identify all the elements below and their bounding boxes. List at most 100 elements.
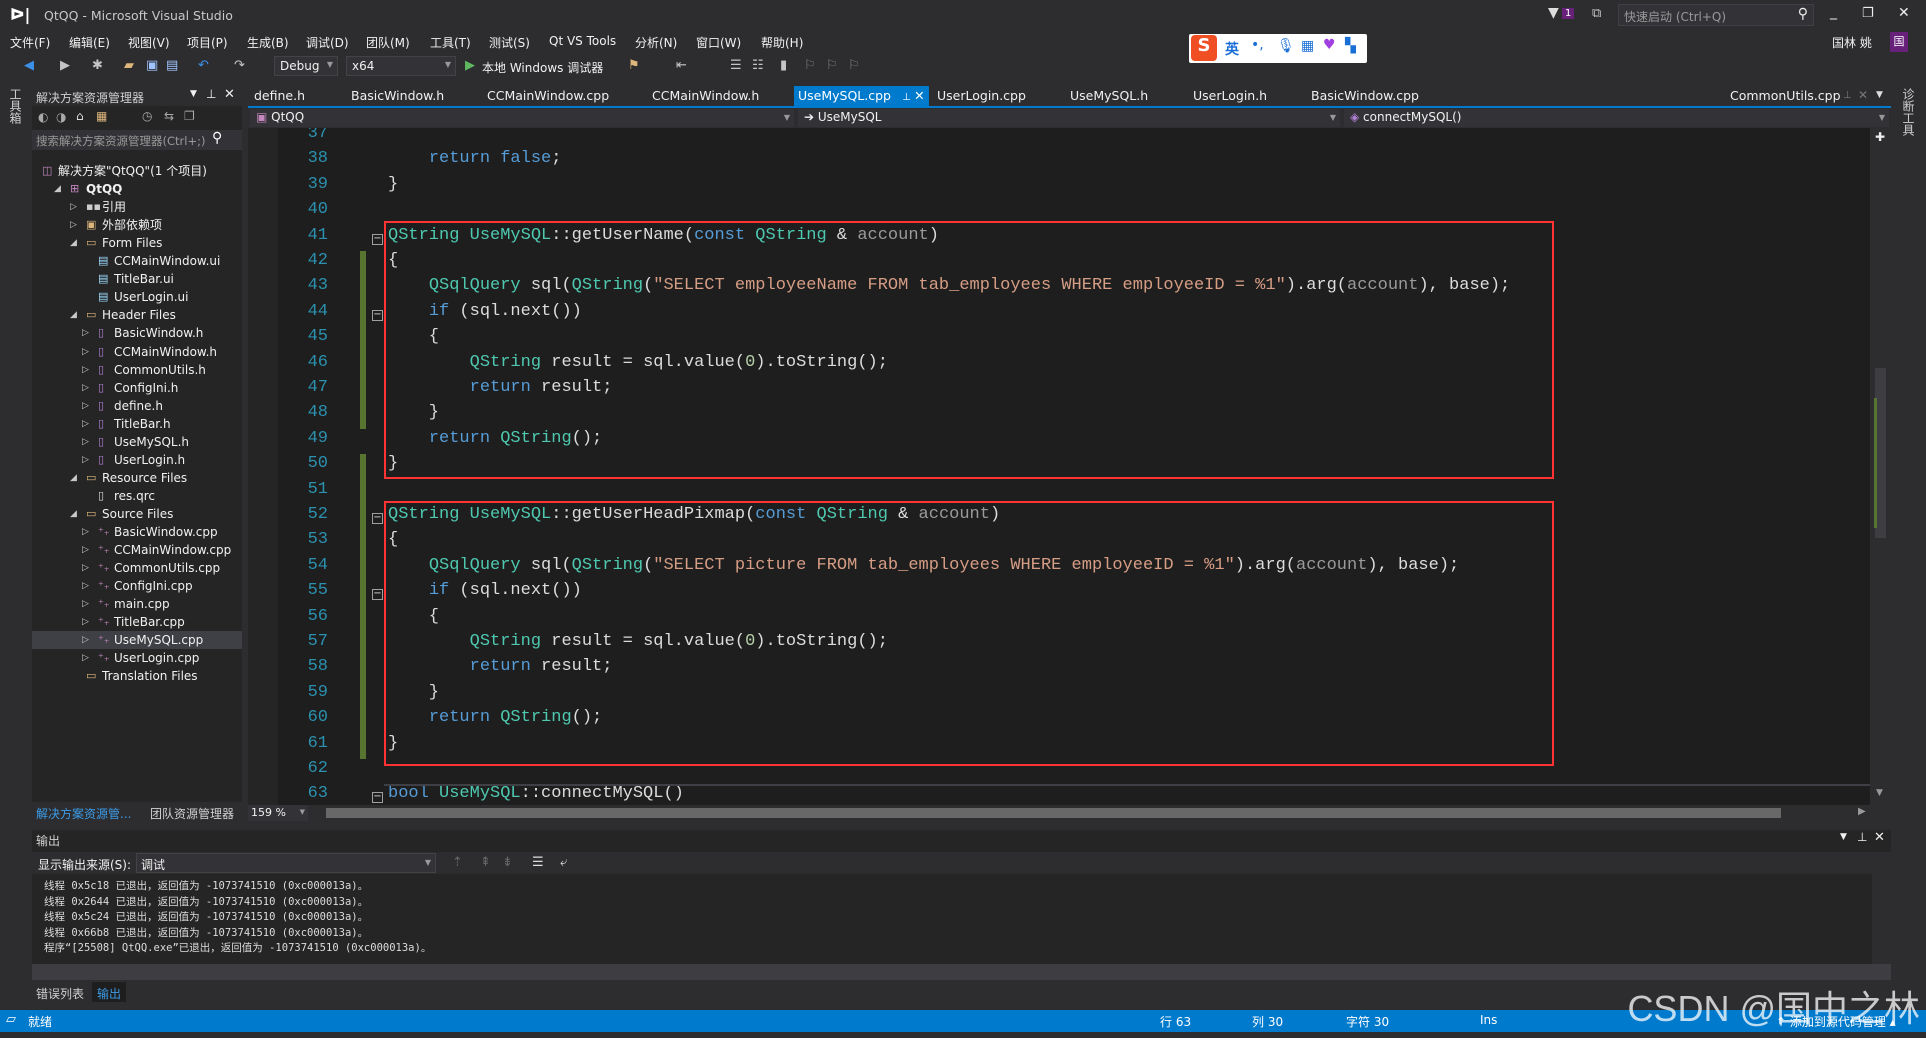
expanded-arrow-icon[interactable]: ◢ bbox=[70, 505, 77, 523]
explorer-search-input[interactable]: 搜索解决方案资源管理器(Ctrl+;) ⚲ bbox=[32, 130, 242, 150]
collapsed-arrow-icon[interactable]: ▷ bbox=[82, 577, 89, 595]
punctuation-icon[interactable]: •, bbox=[1251, 37, 1264, 53]
tree-item[interactable]: ▯ res.qrc bbox=[32, 487, 242, 505]
switch-view-icon[interactable]: ▦ bbox=[96, 109, 107, 123]
tab-basicwindow-h[interactable]: BasicWindow.h bbox=[347, 86, 448, 106]
collapsed-arrow-icon[interactable]: ▷ bbox=[82, 397, 89, 415]
menu-item[interactable]: 窗口(W) bbox=[696, 34, 741, 51]
uncomment-icon[interactable]: ☷ bbox=[752, 58, 764, 73]
toolbox-icon[interactable]: ▚ bbox=[1345, 38, 1356, 54]
tree-item[interactable]: ◫ 解决方案"QtQQ"(1 个项目) bbox=[32, 162, 242, 180]
output-source-select[interactable]: 调试 ▼ bbox=[136, 853, 436, 873]
tree-item[interactable]: ▷ ⁺₊ BasicWindow.cpp bbox=[32, 523, 242, 541]
tree-item[interactable]: ▷ ▯ BasicWindow.h bbox=[32, 324, 242, 342]
pin-icon[interactable]: ⊥ bbox=[1843, 90, 1852, 101]
save-icon[interactable]: ▣ bbox=[146, 58, 158, 73]
microphone-icon[interactable]: 🎙 bbox=[1277, 38, 1295, 54]
collapsed-arrow-icon[interactable]: ▷ bbox=[82, 613, 89, 631]
close-tab-icon[interactable]: ✕ bbox=[914, 88, 924, 103]
project-dropdown[interactable]: ▣ QtQQ ▼ bbox=[250, 109, 794, 127]
quick-launch-input[interactable]: 快速启动 (Ctrl+Q) ⚲ bbox=[1618, 4, 1814, 26]
collapsed-arrow-icon[interactable]: ▷ bbox=[82, 559, 89, 577]
member-dropdown[interactable]: ◈ connectMySQL() ▼ bbox=[1344, 109, 1889, 127]
comment-icon[interactable]: ☰ bbox=[730, 58, 742, 73]
close-tab-icon[interactable]: ✕ bbox=[1858, 88, 1868, 102]
tree-item[interactable]: ▷ ▪▪ 引用 bbox=[32, 198, 242, 216]
collapsed-arrow-icon[interactable]: ▷ bbox=[82, 451, 89, 469]
search-icon[interactable]: ⚲ bbox=[1798, 6, 1808, 22]
next-bookmark-icon[interactable]: ⚐ bbox=[826, 58, 838, 73]
back-icon[interactable]: ◀ bbox=[24, 58, 34, 73]
home-icon[interactable]: ⌂ bbox=[76, 109, 84, 123]
tree-item[interactable]: ◢ ▭ Form Files bbox=[32, 234, 242, 252]
undo-icon[interactable]: ↶ bbox=[198, 58, 209, 73]
horizontal-scrollbar-thumb[interactable] bbox=[326, 808, 1781, 818]
collapsed-arrow-icon[interactable]: ▷ bbox=[82, 324, 89, 342]
toolbox-strip[interactable]: 工具箱 bbox=[0, 80, 28, 1010]
open-icon[interactable]: ▰ bbox=[124, 58, 134, 73]
collapsed-arrow-icon[interactable]: ▷ bbox=[82, 415, 89, 433]
toolbox-tab[interactable]: 工具箱 bbox=[7, 88, 24, 124]
config-select[interactable]: Debug ▼ bbox=[274, 56, 338, 76]
menu-item[interactable]: 测试(S) bbox=[489, 34, 530, 51]
chevron-down-icon[interactable]: ▼ bbox=[190, 89, 197, 99]
close-button[interactable]: ✕ bbox=[1898, 5, 1910, 21]
skin-icon[interactable]: ♥ bbox=[1323, 37, 1336, 53]
redo-icon[interactable]: ↷ bbox=[234, 58, 245, 73]
clear-bookmark-icon[interactable]: ⚐ bbox=[848, 58, 860, 73]
menu-item[interactable]: 调试(D) bbox=[306, 34, 349, 51]
collapsed-arrow-icon[interactable]: ▷ bbox=[82, 649, 89, 667]
tab-team-explorer[interactable]: 团队资源管理器 bbox=[150, 805, 234, 822]
tree-item[interactable]: ▷ ▣ 外部依赖项 bbox=[32, 216, 242, 234]
collapse-icon[interactable]: − bbox=[372, 233, 383, 245]
sync-icon[interactable]: ⇆ bbox=[164, 109, 174, 123]
expanded-arrow-icon[interactable]: ◢ bbox=[70, 306, 77, 324]
keyboard-icon[interactable]: ▦ bbox=[1301, 38, 1314, 54]
next-message-icon[interactable]: ⇟ bbox=[502, 855, 513, 870]
forward-icon[interactable]: ◑ bbox=[56, 110, 66, 124]
zoom-select[interactable]: 159 % ▼ bbox=[248, 805, 308, 821]
collapsed-arrow-icon[interactable]: ▷ bbox=[82, 523, 89, 541]
step-icon[interactable]: ⇤ bbox=[676, 58, 687, 73]
back-icon[interactable]: ◐ bbox=[38, 110, 48, 124]
menu-item[interactable]: 团队(M) bbox=[366, 34, 410, 51]
collapsed-arrow-icon[interactable]: ▷ bbox=[82, 379, 89, 397]
minimize-button[interactable]: _ bbox=[1830, 4, 1837, 20]
tab-error-list[interactable]: 错误列表 bbox=[36, 985, 84, 1002]
collapsed-arrow-icon[interactable]: ▷ bbox=[82, 631, 89, 649]
new-project-icon[interactable]: ✱ bbox=[92, 58, 103, 73]
tree-item[interactable]: ▷ ▯ TitleBar.h bbox=[32, 415, 242, 433]
tree-item[interactable]: ▷ ⁺₊ UserLogin.cpp bbox=[32, 649, 242, 667]
tree-item[interactable]: ▤ UserLogin.ui bbox=[32, 288, 242, 306]
feedback-icon[interactable]: ⧉ bbox=[1592, 6, 1601, 21]
forward-icon[interactable]: ▶ bbox=[60, 58, 70, 73]
find-message-icon[interactable]: ⇡ bbox=[452, 855, 463, 870]
tree-item[interactable]: ▷ ⁺₊ main.cpp bbox=[32, 595, 242, 613]
find-icon[interactable]: ⚑ bbox=[628, 58, 640, 73]
tab-ccmainwindow-h[interactable]: CCMainWindow.h bbox=[648, 86, 763, 106]
tree-item[interactable]: ◢ ▭ Source Files bbox=[32, 505, 242, 523]
tree-item[interactable]: ▷ ⁺₊ ConfigIni.cpp bbox=[32, 577, 242, 595]
class-dropdown[interactable]: ➔ UseMySQL ▼ bbox=[798, 109, 1340, 127]
pin-icon[interactable]: ⊥ bbox=[206, 87, 216, 101]
tree-item[interactable]: ▷ ▯ UseMySQL.h bbox=[32, 433, 242, 451]
tree-item[interactable]: ▷ ⁺₊ TitleBar.cpp bbox=[32, 613, 242, 631]
collapse-icon[interactable]: − bbox=[372, 792, 383, 804]
prev-message-icon[interactable]: ⇞ bbox=[480, 855, 491, 870]
tree-item[interactable]: ▭ Translation Files bbox=[32, 667, 242, 685]
scroll-right-icon[interactable]: ▶ bbox=[1858, 806, 1866, 817]
tree-item[interactable]: ◢ ⊞ QtQQ bbox=[32, 180, 242, 198]
tab-userlogin-cpp[interactable]: UserLogin.cpp bbox=[933, 86, 1030, 106]
filter-icon[interactable]: ▼ bbox=[1548, 5, 1559, 21]
diagnostics-strip[interactable]: 诊断工具 bbox=[1891, 80, 1926, 1010]
collapse-icon[interactable]: − bbox=[372, 513, 383, 524]
expanded-arrow-icon[interactable]: ◢ bbox=[54, 180, 61, 198]
menu-item[interactable]: 视图(V) bbox=[128, 34, 170, 51]
tree-item[interactable]: ▷ ⁺₊ CommonUtils.cpp bbox=[32, 559, 242, 577]
tab-basicwindow-cpp[interactable]: BasicWindow.cpp bbox=[1307, 86, 1423, 106]
tree-item[interactable]: ▤ TitleBar.ui bbox=[32, 270, 242, 288]
menu-item[interactable]: 文件(F) bbox=[10, 34, 50, 51]
start-debug-button[interactable]: 本地 Windows 调试器 bbox=[482, 59, 603, 76]
save-all-icon[interactable]: ▤ bbox=[166, 58, 178, 73]
code-editor[interactable]: 37 38 return false; 39} 40 41 QString UseMySQ… bbox=[248, 128, 1870, 805]
